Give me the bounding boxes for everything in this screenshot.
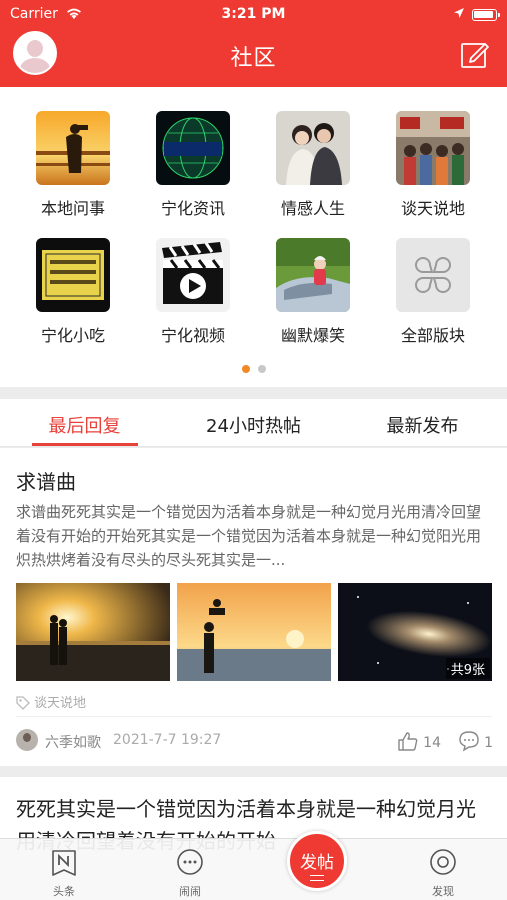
page-title: 社区: [230, 46, 277, 71]
author-avatar[interactable]: [16, 729, 38, 751]
headline-icon: [52, 850, 76, 876]
comment-button[interactable]: 1: [458, 730, 493, 752]
compose-icon[interactable]: [460, 40, 490, 70]
tabbar-chat[interactable]: 闹闹: [160, 848, 220, 899]
category-label: 谈天说地: [400, 199, 465, 218]
like-count: 14: [423, 735, 441, 751]
status-bar: Carrier 3:21 PM: [0, 6, 507, 24]
category-emotional-life[interactable]: 情感人生: [253, 111, 373, 219]
crowd-photo-image: [396, 111, 470, 185]
category-chat-talk[interactable]: 谈天说地: [373, 111, 493, 219]
category-ninghua-snacks[interactable]: 宁化小吃: [13, 238, 133, 346]
clock: 3:21 PM: [221, 6, 286, 22]
thumbs-up-icon: [398, 732, 418, 751]
post-image-parent-child-beach[interactable]: [177, 583, 331, 681]
menu-lines-icon: [310, 875, 324, 881]
post-image-strip: 共9张: [16, 583, 492, 681]
category-grid: 本地问事 宁化资讯 情感人生 谈天说地 宁化小吃 宁化视频 幽默爆笑 全部版块: [0, 87, 507, 387]
page-dot-active[interactable]: [241, 365, 250, 373]
post-image-couple-sunset[interactable]: [16, 583, 170, 681]
snack-sign-image: [36, 238, 110, 312]
post-title[interactable]: 求谱曲: [16, 466, 76, 495]
sunset-binoculars-image: [36, 111, 110, 185]
page-dot[interactable]: [257, 365, 266, 373]
tabbar-label: 发现: [432, 885, 454, 898]
category-label: 本地问事: [40, 199, 105, 218]
post-image-galaxy[interactable]: 共9张: [338, 583, 492, 681]
tab-latest[interactable]: 最新发布: [338, 412, 507, 438]
globe-news-image: [156, 111, 230, 185]
page-indicator: [0, 358, 507, 377]
tabbar-label: 闹闹: [179, 885, 201, 898]
tag-icon: [16, 696, 30, 710]
category-humor[interactable]: 幽默爆笑: [253, 238, 373, 346]
tabbar-label: 头条: [53, 885, 75, 898]
image-count-badge: 共9张: [445, 658, 490, 679]
battery-icon: [472, 9, 500, 21]
new-post-button[interactable]: 发帖: [287, 831, 347, 891]
comment-bubble-icon: [459, 731, 479, 752]
category-local-questions[interactable]: 本地问事: [13, 111, 133, 219]
couple-photo-image: [276, 111, 350, 185]
tab-24h-hot[interactable]: 24小时热帖: [169, 412, 338, 438]
active-tab-indicator: [32, 443, 138, 446]
category-ninghua-video[interactable]: 宁化视频: [133, 238, 253, 346]
new-post-label: 发帖: [300, 853, 334, 873]
tab-last-reply[interactable]: 最后回复: [0, 412, 169, 438]
divider: [16, 716, 492, 717]
feed-tabs: 最后回复 24小时热帖 最新发布: [0, 399, 507, 447]
category-label: 幽默爆笑: [280, 326, 345, 345]
like-button[interactable]: 14: [397, 730, 441, 752]
tabbar-headline[interactable]: 头条: [34, 848, 94, 899]
bottom-tab-bar: 头条 闹闹 发现: [0, 838, 507, 900]
post-date: 2021-7-7 19:27: [113, 732, 222, 748]
location-arrow-icon: [454, 8, 464, 18]
post-card[interactable]: 求谱曲 求谱曲死死其实是一个错觉因为活着本身就是一种幻觉月光用清冷回望着没有开始…: [0, 448, 507, 766]
child-car-image: [276, 238, 350, 312]
post-forum-tag[interactable]: 谈天说地: [16, 692, 86, 711]
app-header: Carrier 3:21 PM 社区: [0, 0, 507, 87]
category-label: 宁化资讯: [160, 199, 225, 218]
category-all-sections[interactable]: 全部版块: [373, 238, 493, 346]
category-ninghua-news[interactable]: 宁化资讯: [133, 111, 253, 219]
post-excerpt: 求谱曲死死其实是一个错觉因为活着本身就是一种幻觉月光用清冷回望着没有开始的开始死…: [16, 503, 482, 569]
category-label: 宁化小吃: [40, 326, 105, 345]
clapperboard-icon: [156, 238, 230, 312]
tabbar-discover[interactable]: 发现: [413, 848, 473, 899]
category-label: 情感人生: [280, 199, 345, 218]
tag-label: 谈天说地: [34, 696, 87, 711]
grid-icon: [396, 238, 470, 312]
category-label: 全部版块: [400, 326, 465, 345]
category-label: 宁化视频: [160, 326, 225, 345]
author-name[interactable]: 六季如歌: [45, 732, 101, 752]
discover-icon: [430, 849, 456, 875]
comment-count: 1: [484, 735, 493, 751]
chat-bubble-icon: [177, 849, 203, 875]
